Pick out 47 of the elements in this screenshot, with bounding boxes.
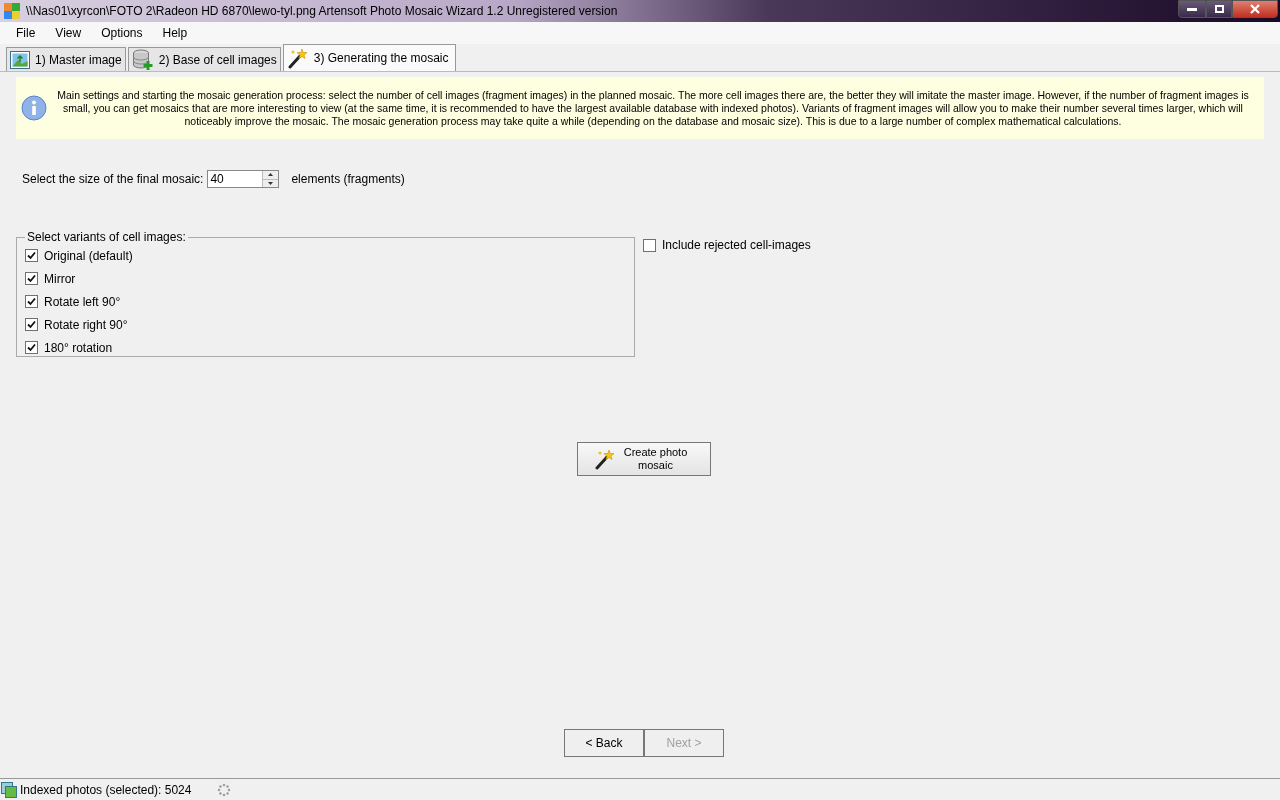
checkmark-icon (27, 251, 36, 260)
menu-item[interactable]: Options (91, 22, 153, 44)
unit-label: elements (fragments) (291, 171, 405, 188)
info-text: Main settings and starting the mosaic generation process: select the number of cell images (fragment images) in the planned mosaic. The more cell images there are, the better they will imitate the master image. However, if the number of fragment images is small, you can get mosaics that are more interesting to view (at the same time, it is recommended to have the largest available database with indexed photos). Variants of fragment images will allow you to make their number several times larger, which will noticeably improve the mosaic. The mosaic generation process may take quite a while (depending on the database and mosaic size). This is due to a large number of complex mathematical calculations. (56, 88, 1250, 128)
spin-down-icon[interactable] (268, 181, 274, 185)
group-title: Select variants of cell images: (26, 229, 187, 246)
size-spinner[interactable]: 40 (207, 170, 280, 188)
status-text: Indexed photos (selected): 5024 (20, 781, 192, 799)
menu-item[interactable]: Help (152, 22, 198, 44)
tab[interactable]: 1) Master image (6, 47, 126, 71)
app-icon (4, 3, 20, 19)
checkbox[interactable] (25, 272, 38, 285)
size-label: Select the size of the final mosaic: (22, 171, 204, 188)
menu-item[interactable]: File (6, 22, 46, 44)
checkbox-label: Rotate right 90° (44, 316, 128, 334)
magic-wand-icon (593, 448, 616, 470)
checkbox[interactable] (25, 295, 38, 308)
checkmark-icon (27, 274, 36, 283)
menu-item[interactable]: View (45, 22, 92, 44)
checkmark-icon (27, 343, 36, 352)
back-button[interactable]: < Back (564, 729, 644, 757)
close-button[interactable] (1232, 0, 1278, 18)
loading-spinner-icon (217, 782, 232, 797)
database-add-icon (131, 48, 154, 71)
magic-wand-icon (286, 47, 309, 69)
tab[interactable]: 3) Generating the mosaic (282, 44, 456, 71)
size-input[interactable]: 40 (208, 171, 263, 187)
checkbox-label: Rotate left 90° (44, 293, 121, 311)
checkbox[interactable] (25, 249, 38, 262)
checkmark-icon (27, 320, 36, 329)
close-icon (1250, 4, 1260, 14)
checkbox-label: Original (default) (44, 247, 133, 265)
checkbox[interactable] (25, 341, 38, 354)
minimize-button[interactable] (1178, 0, 1206, 18)
checkbox[interactable] (643, 238, 656, 252)
picture-icon (10, 50, 30, 69)
create-mosaic-button[interactable]: Create photo mosaic (576, 442, 711, 476)
checkbox[interactable] (25, 318, 38, 331)
restore-button[interactable] (1206, 0, 1232, 18)
checkbox-label: Mirror (44, 270, 76, 288)
checkmark-icon (27, 297, 36, 306)
photos-icon (1, 781, 17, 798)
checkbox-label: Include rejected cell-images (662, 237, 811, 254)
window-title: \\Nas01\xyrcon\FOTO 2\Radeon HD 6870\lewo-tyl.png Artensoft Photo Mosaic Wizard 1.2 Unregistered version (25, 3, 619, 20)
checkbox-label: 180° rotation (44, 339, 113, 357)
tab[interactable]: 2) Base of cell images (127, 47, 281, 71)
info-icon (21, 95, 47, 121)
